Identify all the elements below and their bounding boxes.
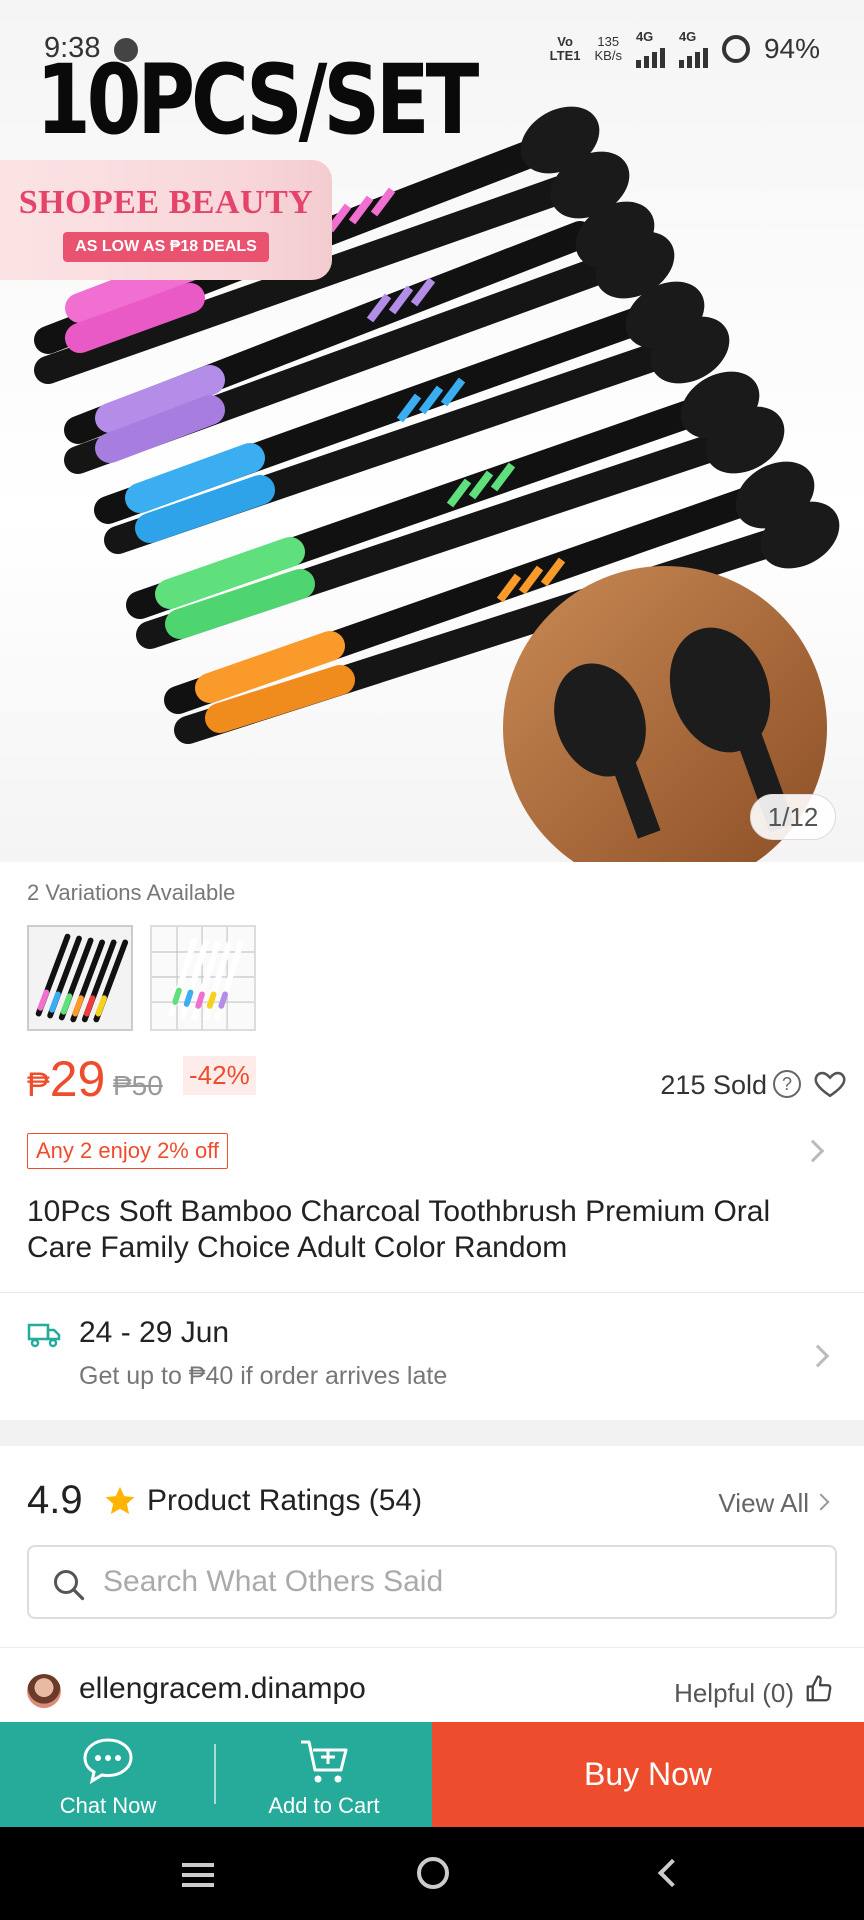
variation-thumb-1[interactable] — [27, 925, 133, 1031]
review-search-input[interactable] — [103, 1547, 803, 1617]
variation-2-image — [152, 927, 254, 1029]
current-price-value: 29 — [49, 1051, 106, 1107]
chat-now-button[interactable]: Chat Now — [0, 1722, 216, 1827]
lte-label: LTE1 — [549, 48, 581, 63]
currency-symbol: ₱ — [27, 1066, 50, 1104]
variations-label: 2 Variations Available — [27, 880, 236, 905]
heart-icon[interactable] — [813, 1066, 847, 1100]
late-delivery-note: Get up to ₱40 if order arrives late — [79, 1362, 448, 1390]
delivery-dates: 24 - 29 Jun — [79, 1316, 230, 1349]
promo-tag-row[interactable]: Any 2 enjoy 2% off — [27, 1133, 837, 1169]
battery-percent: 94% — [763, 33, 820, 64]
bottom-action-bar: Chat Now Add to Cart Buy Now — [0, 1722, 864, 1827]
add-to-cart-label: Add to Cart — [268, 1793, 380, 1818]
action-divider — [214, 1744, 216, 1804]
product-title: 10Pcs Soft Bamboo Charcoal Toothbrush Pr… — [27, 1195, 771, 1264]
speed-value: 135 — [597, 34, 620, 49]
section-separator — [0, 1420, 864, 1446]
shipping-row[interactable]: 24 - 29 Jun Get up to ₱40 if order arriv… — [0, 1292, 864, 1418]
speed-unit: KB/s — [594, 48, 622, 63]
review-item: ellengracem.dinampo Helpful (0) — [0, 1647, 864, 1723]
signal-2-icon: 4G — [678, 29, 708, 68]
ratings-title: Product Ratings (54) — [147, 1484, 423, 1517]
thumbs-up-icon[interactable] — [804, 1674, 834, 1704]
cart-plus-icon — [301, 1740, 348, 1783]
notification-dot-icon — [114, 38, 138, 62]
chevron-right-icon — [801, 1139, 825, 1163]
battery-icon — [721, 35, 750, 63]
chevron-right-icon — [812, 1493, 830, 1511]
home-icon[interactable] — [417, 1857, 449, 1889]
chat-now-label: Chat Now — [59, 1793, 157, 1818]
truck-icon — [27, 1323, 61, 1348]
current-price: ₱29 — [27, 1050, 105, 1108]
price-row: ₱29 ₱50 -42% 215 Sold ? — [27, 1050, 847, 1110]
status-time: 9:38 — [44, 32, 101, 64]
sold-count: 215 Sold — [660, 1070, 767, 1100]
discount-badge: -42% — [183, 1056, 256, 1095]
volte-label: Vo — [557, 34, 573, 49]
network-speed: 135 KB/s — [594, 35, 621, 63]
signal-2-label: 4G — [678, 29, 697, 44]
promo-tag: Any 2 enjoy 2% off — [27, 1133, 229, 1169]
helpful-count[interactable]: Helpful (0) — [674, 1678, 794, 1709]
shopee-beauty-banner: SHOPEE BEAUTY AS LOW AS ₱18 DEALS — [0, 160, 332, 280]
volte-indicator: Vo LTE1 — [550, 35, 581, 63]
status-bar: 9:38 Vo LTE1 135 KB/s 4G 4G 94% — [0, 0, 864, 100]
review-search-box[interactable] — [27, 1545, 837, 1619]
signal-1-icon: 4G — [635, 29, 665, 68]
product-image-carousel[interactable]: 9:38 Vo LTE1 135 KB/s 4G 4G 94% 10PCS/SE… — [0, 0, 864, 862]
reviewer-username: ellengracem.dinampo — [79, 1672, 366, 1705]
variation-thumb-2[interactable] — [150, 925, 256, 1031]
product-page: 9:38 Vo LTE1 135 KB/s 4G 4G 94% 10PCS/SE… — [0, 0, 864, 1920]
image-counter: 1/12 — [750, 794, 836, 840]
search-icon — [54, 1570, 85, 1601]
banner-title: SHOPEE BEAUTY — [18, 184, 314, 221]
ratings-header: 4.9 Product Ratings (54) View All — [27, 1472, 837, 1528]
system-nav-bar — [0, 1827, 864, 1920]
status-indicators: Vo LTE1 135 KB/s 4G 4G 94% — [550, 30, 820, 68]
view-all-link[interactable]: View All — [718, 1488, 809, 1519]
signal-1-label: 4G — [635, 29, 654, 44]
original-price: ₱50 — [113, 1070, 163, 1101]
chat-icon — [83, 1738, 133, 1785]
banner-subtitle: AS LOW AS ₱18 DEALS — [63, 232, 269, 262]
add-to-cart-button[interactable]: Add to Cart — [216, 1722, 432, 1827]
star-icon — [105, 1486, 135, 1515]
chevron-right-icon — [806, 1344, 830, 1368]
recent-apps-icon[interactable] — [182, 1863, 214, 1887]
help-icon[interactable]: ? — [773, 1070, 801, 1098]
rating-score: 4.9 — [27, 1478, 83, 1522]
variation-1-image — [29, 927, 131, 1029]
back-icon[interactable] — [657, 1858, 687, 1888]
avatar[interactable] — [27, 1674, 61, 1708]
buy-now-button[interactable]: Buy Now — [432, 1722, 864, 1827]
